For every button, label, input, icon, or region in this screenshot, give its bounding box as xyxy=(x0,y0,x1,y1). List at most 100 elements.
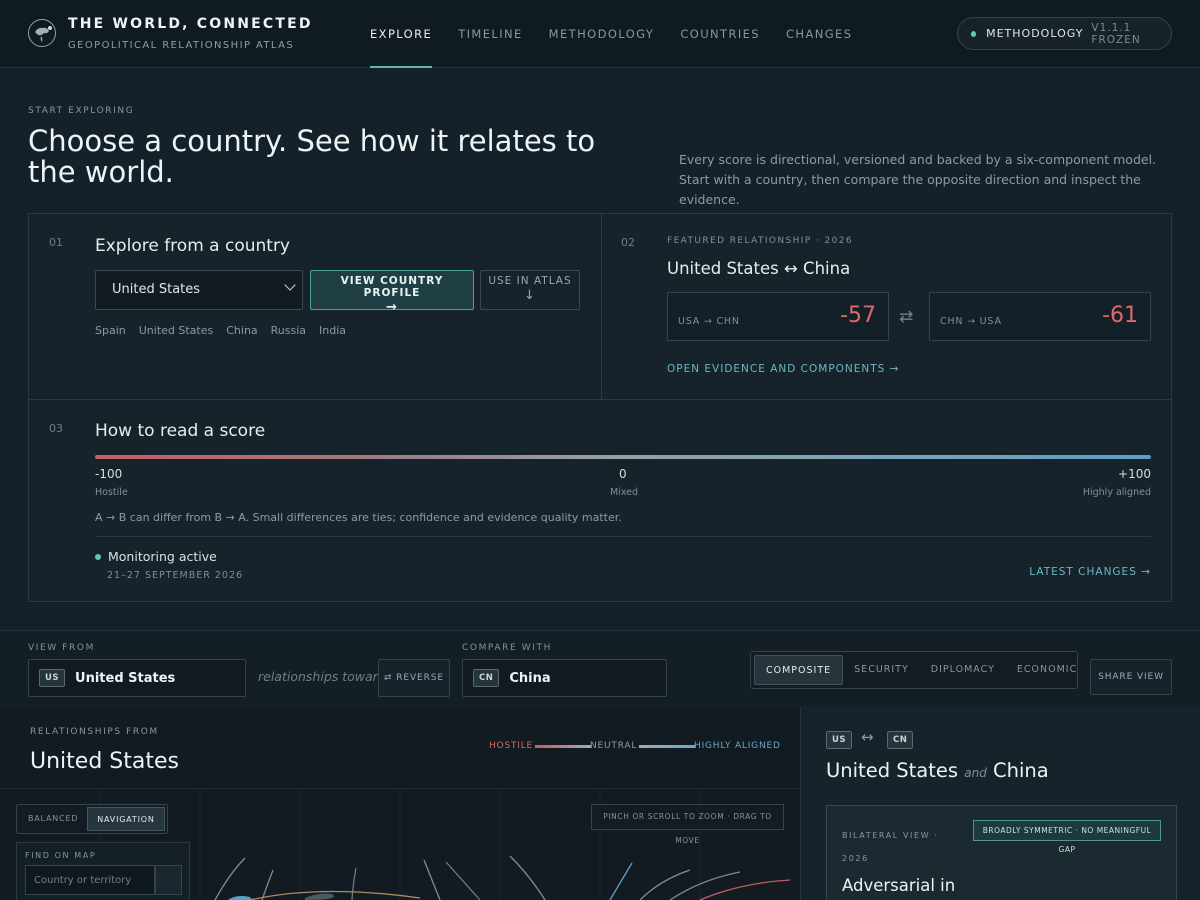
main-nav: EXPLORE TIMELINE METHODOLOGY COUNTRIES C… xyxy=(370,0,852,68)
scale-max-label: Highly aligned xyxy=(1082,487,1151,498)
step-number: 03 xyxy=(49,422,63,435)
score-card-chn-to-usa[interactable]: CHN → USA -61 xyxy=(929,292,1151,341)
mode-navigation[interactable]: NAVIGATION xyxy=(87,807,165,831)
direction-label: USA → CHN xyxy=(678,316,740,327)
divider xyxy=(29,399,1171,400)
atlas-controls: VIEW FROM US United States relationships… xyxy=(0,630,1200,706)
status-dot-icon xyxy=(95,553,101,560)
monitoring-dates: 21–27 SEPTEMBER 2026 xyxy=(107,570,244,581)
arrow-right-icon: → xyxy=(386,300,398,315)
view-country-profile-button[interactable]: VIEW COUNTRY PROFILE → xyxy=(310,270,474,315)
page-title: Choose a country. See how it relates to … xyxy=(28,124,596,189)
nav-methodology[interactable]: METHODOLOGY xyxy=(549,0,655,68)
map-eyebrow: RELATIONSHIPS FROM xyxy=(30,727,159,737)
bilateral-eyebrow: BILATERAL VIEW · xyxy=(842,831,939,840)
methodology-version-pill[interactable]: METHODOLOGY V1.1.1 FROZEN xyxy=(957,17,1172,50)
find-label: FIND ON MAP xyxy=(25,851,97,860)
featured-eyebrow: FEATURED RELATIONSHIP · 2026 xyxy=(667,236,853,246)
quick-picks: Spain United States China Russia India xyxy=(95,324,346,337)
bilateral-view-card: BILATERAL VIEW · 2026 BROADLY SYMMETRIC … xyxy=(826,805,1177,900)
segment-economic[interactable]: ECONOMIC xyxy=(1006,655,1088,685)
country-code-badge: CN xyxy=(473,669,500,687)
quick-pick-china[interactable]: China xyxy=(226,324,257,337)
compare-with-country[interactable]: CN China xyxy=(462,659,667,697)
chevron-down-icon xyxy=(284,279,296,291)
quick-pick-united-states[interactable]: United States xyxy=(139,324,214,337)
map-panel: RELATIONSHIPS FROM United States HOSTILE… xyxy=(0,707,800,900)
nav-changes[interactable]: CHANGES xyxy=(786,0,852,68)
step-number: 01 xyxy=(49,236,63,249)
monitoring-status: Monitoring active xyxy=(95,549,217,564)
pair-connector: and xyxy=(964,766,987,780)
segment-composite[interactable]: COMPOSITE xyxy=(754,655,844,685)
scale-title: How to read a score xyxy=(95,421,266,441)
legend-aligned: HIGHLY ALIGNED xyxy=(694,741,781,751)
nav-explore[interactable]: EXPLORE xyxy=(370,0,433,68)
view-from-label: VIEW FROM xyxy=(28,643,95,653)
view-from-country-name: United States xyxy=(75,670,176,686)
scale-max: +100 xyxy=(1118,467,1151,481)
share-view-button[interactable]: SHARE VIEW xyxy=(1090,659,1172,695)
quick-pick-india[interactable]: India xyxy=(319,324,346,337)
zoom-hint: PINCH OR SCROLL TO ZOOM · DRAG TO MOVE xyxy=(591,804,784,845)
pair-panel: US ↔ CN United States and China BILATERA… xyxy=(800,707,1200,900)
divider xyxy=(601,214,602,399)
direction-label: CHN → USA xyxy=(940,316,1002,327)
bilateral-year: 2026 xyxy=(842,854,869,863)
arrow-down-icon: ↓ xyxy=(524,288,536,303)
explore-grid: 01 Explore from a country United States … xyxy=(28,213,1172,602)
mode-balanced[interactable]: BALANCED xyxy=(19,807,87,831)
country-code-badge: US xyxy=(39,669,66,687)
country-code-badge: CN xyxy=(887,731,914,749)
reverse-button[interactable]: ⇄ REVERSE xyxy=(378,659,450,697)
segment-security[interactable]: SECURITY xyxy=(843,655,920,685)
pair-title: United States and China xyxy=(826,759,1049,782)
globe-logo-icon[interactable] xyxy=(28,19,56,47)
segment-diplomacy[interactable]: DIPLOMACY xyxy=(920,655,1006,685)
scale-mid: 0 xyxy=(619,467,627,481)
use-in-atlas-button[interactable]: USE IN ATLAS ↓ xyxy=(480,270,580,310)
featured-title: United States ↔ China xyxy=(667,259,851,278)
map-mode-toggle: BALANCED NAVIGATION xyxy=(16,804,168,834)
pair-country-a: United States xyxy=(826,759,959,782)
legend-aligned-bar xyxy=(639,745,695,748)
step-number: 02 xyxy=(621,236,635,249)
dimension-segmented-control: COMPOSITE SECURITY DIPLOMACY ECONOMIC xyxy=(750,651,1078,689)
score-value: -61 xyxy=(1102,303,1138,328)
nav-timeline[interactable]: TIMELINE xyxy=(458,0,522,68)
quick-pick-russia[interactable]: Russia xyxy=(271,324,306,337)
intro-eyebrow: START EXPLORING xyxy=(28,106,135,116)
latest-changes-link[interactable]: LATEST CHANGES → xyxy=(1029,566,1151,578)
explore-title: Explore from a country xyxy=(95,236,290,256)
use-atlas-label: USE IN ATLAS xyxy=(488,275,572,287)
swap-icon: ⇄ xyxy=(899,307,914,327)
view-from-country[interactable]: US United States xyxy=(28,659,246,697)
country-code-badge: US xyxy=(826,731,853,749)
view-profile-label: VIEW COUNTRY PROFILE xyxy=(340,275,444,299)
quick-pick-spain[interactable]: Spain xyxy=(95,324,126,337)
methodology-label: METHODOLOGY xyxy=(986,27,1084,40)
intro-description: Every score is directional, versioned an… xyxy=(679,152,1157,207)
score-value: -57 xyxy=(840,303,876,328)
bidirectional-arrow-icon: ↔ xyxy=(861,728,874,746)
brand-title[interactable]: THE WORLD, CONNECTED xyxy=(68,16,313,32)
score-scale-bar xyxy=(95,455,1151,459)
find-country-input[interactable]: Country or territory xyxy=(25,865,155,895)
scale-min: -100 xyxy=(95,467,123,481)
nav-countries[interactable]: COUNTRIES xyxy=(680,0,760,68)
pair-country-b: China xyxy=(993,759,1049,782)
scale-mid-label: Mixed xyxy=(610,487,639,498)
compare-with-label: COMPARE WITH xyxy=(462,643,552,653)
scale-note: A → B can differ from B → A. Small diffe… xyxy=(95,511,622,524)
find-submit-button[interactable] xyxy=(155,865,182,895)
bilateral-summary: Adversarial in xyxy=(842,876,956,895)
legend-hostile-bar xyxy=(535,745,591,748)
methodology-version: V1.1.1 FROZEN xyxy=(1091,21,1141,46)
brand-subtitle: GEOPOLITICAL RELATIONSHIP ATLAS xyxy=(68,40,295,51)
score-card-usa-to-chn[interactable]: USA → CHN -57 xyxy=(667,292,889,341)
legend-neutral: NEUTRAL xyxy=(590,741,638,751)
open-evidence-link[interactable]: OPEN EVIDENCE AND COMPONENTS → xyxy=(667,363,899,375)
country-select[interactable]: United States xyxy=(95,270,303,310)
country-select-value: United States xyxy=(112,282,201,297)
status-dot-icon xyxy=(971,30,977,37)
